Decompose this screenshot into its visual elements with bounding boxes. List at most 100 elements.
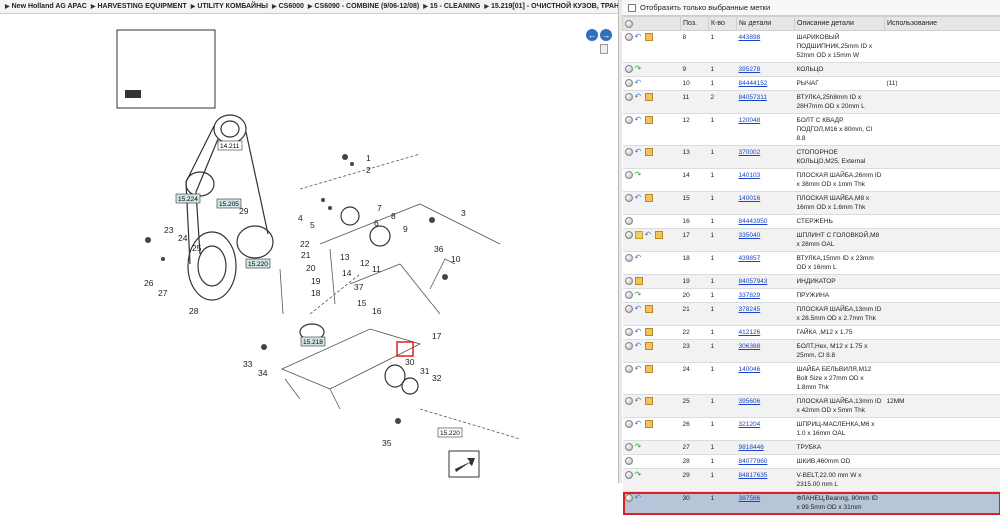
callout-30[interactable]: 30 [405,357,415,367]
part-number-link[interactable]: 120048 [739,117,761,124]
table-row[interactable]: ↶231306388БОЛТ,Hex, M12 x 1.75 x 25mm, C… [623,340,1000,363]
callout-36[interactable]: 36 [434,244,444,254]
package-icon[interactable] [645,116,653,124]
status-icon[interactable] [625,420,633,428]
part-number-link[interactable]: 84817635 [739,472,768,479]
part-number-link[interactable]: 378245 [739,306,761,313]
replace-arrow-icon[interactable]: ↷ [635,471,643,479]
part-number-link[interactable]: 387566 [739,495,761,502]
part-number-link[interactable]: 443898 [739,34,761,41]
part-number-link[interactable]: 306388 [739,343,761,350]
callout-13[interactable]: 13 [340,252,350,262]
part-number-link[interactable]: 395606 [739,398,761,405]
status-icon[interactable] [625,254,633,262]
package-icon[interactable] [645,365,653,373]
breadcrumb-item[interactable]: CS6000 [272,3,304,10]
callout-14[interactable]: 14 [342,268,352,278]
table-row[interactable]: ↶151140016ПЛОСКАЯ ШАЙБА,M8 x 16mm OD x 1… [623,192,1000,215]
callout-12[interactable]: 12 [360,258,370,268]
breadcrumb-item[interactable]: New Holland AG APAC [5,3,87,10]
part-number-link[interactable]: 84057943 [739,278,768,285]
callout-32[interactable]: 32 [432,373,442,383]
header-icons[interactable] [623,17,681,31]
callout-31[interactable]: 31 [420,366,430,376]
table-row[interactable]: 16184443950СТЕРЖЕНЬ [623,215,1000,229]
package-icon[interactable] [645,33,653,41]
status-icon[interactable] [625,494,633,502]
callout-21[interactable]: 21 [301,250,311,260]
info-icon[interactable]: ↶ [635,79,643,87]
part-number-link[interactable]: 140016 [739,195,761,202]
info-icon[interactable]: ↶ [635,116,643,124]
package-icon[interactable] [645,420,653,428]
table-row[interactable]: ↶251395606ПЛОСКАЯ ШАЙБА,13mm ID x 42mm O… [623,395,1000,418]
parts-diagram[interactable]: 1234567891011121314151617181920212223242… [0,14,618,483]
scrollbar[interactable] [600,44,608,54]
replace-arrow-icon[interactable]: ↷ [635,443,643,451]
package-icon[interactable] [645,93,653,101]
callout-10[interactable]: 10 [451,254,461,264]
table-row[interactable]: ↶121120048БОЛТ С КВАДР. ПОДГОЛ,M16 x 80m… [623,114,1000,146]
status-icon[interactable] [625,65,633,73]
status-icon[interactable] [625,365,633,373]
folder-icon[interactable] [635,231,643,239]
table-row[interactable]: ↶11284057311ВТУЛКА,25h8mm ID x 28H7mm OD… [623,91,1000,114]
info-icon[interactable]: ↶ [635,254,643,262]
table-row[interactable]: ↷29184817635V-BELT,22.00 mm W x 2315.00 … [623,469,1000,492]
status-icon[interactable] [625,217,633,225]
table-row[interactable]: ↷2719818446ТРУБКА [623,441,1000,455]
info-icon[interactable]: ↶ [635,305,643,313]
package-icon[interactable] [645,342,653,350]
table-row[interactable]: ↷141140103ПЛОСКАЯ ШАЙБА,26mm ID x 38mm O… [623,169,1000,192]
status-icon[interactable] [625,397,633,405]
info-icon[interactable]: ↶ [645,231,653,239]
table-row[interactable]: ↷91395278КОЛЬЦО [623,63,1000,77]
info-icon[interactable]: ↶ [635,420,643,428]
callout-35[interactable]: 35 [382,438,392,448]
callout-27[interactable]: 27 [158,288,168,298]
status-icon[interactable] [625,33,633,41]
callout-18[interactable]: 18 [311,288,321,298]
table-row[interactable]: ↶211378245ПЛОСКАЯ ШАЙБА,13mm ID x 28.5mm… [623,303,1000,326]
status-icon[interactable] [625,457,633,465]
table-row[interactable]: ↶81443898ШАРИКОВЫЙ ПОДШИПНИК,25mm ID x 5… [623,31,1000,63]
callout-25[interactable]: 25 [192,243,202,253]
callout-2[interactable]: 2 [366,165,371,175]
callout-1[interactable]: 1 [366,153,371,163]
callout-28[interactable]: 28 [189,306,199,316]
status-icon[interactable] [625,342,633,350]
status-icon[interactable] [625,328,633,336]
part-number-link[interactable]: 9818446 [739,444,764,451]
reference-label[interactable]: 14.211 [218,141,242,150]
callout-5[interactable]: 5 [310,220,315,230]
package-icon[interactable] [645,148,653,156]
part-number-link[interactable]: 439857 [739,255,761,262]
breadcrumb-item[interactable]: CS6090 - COMBINE (9/06-12/08) [308,3,419,10]
table-row[interactable]: ↶10184444152РЫЧАГ(11) [623,77,1000,91]
col-pos[interactable]: Поз. [681,17,709,31]
callout-11[interactable]: 11 [372,264,381,274]
callout-33[interactable]: 33 [243,359,253,369]
part-number-link[interactable]: 335040 [739,232,761,239]
replace-arrow-icon[interactable]: ↷ [635,291,643,299]
prev-page-button[interactable]: ← [586,29,598,41]
col-partno[interactable]: № детали [737,17,795,31]
settings-icon[interactable] [625,20,633,28]
status-icon[interactable] [625,231,633,239]
info-icon[interactable]: ↶ [635,194,643,202]
reference-label[interactable]: 15.220 [246,259,270,268]
table-row[interactable]: ↶241140046ШАЙБА БЕЛЬВИЛЯ,M12 Bolt Size x… [623,363,1000,395]
status-icon[interactable] [625,277,633,285]
callout-17[interactable]: 17 [432,331,442,341]
package-icon[interactable] [635,277,643,285]
part-number-link[interactable]: 337829 [739,292,761,299]
table-row[interactable]: ↶171335040ШПЛИНТ С ГОЛОВКОЙ,M8 x 28mm OA… [623,229,1000,252]
reference-label[interactable]: 15.220 [438,428,462,437]
status-icon[interactable] [625,79,633,87]
table-row[interactable]: ↷201337829ПРУЖИНА [623,289,1000,303]
breadcrumb-item[interactable]: 15 - CLEANING [423,3,480,10]
part-number-link[interactable]: 395278 [739,66,761,73]
replace-arrow-icon[interactable]: ↷ [635,65,643,73]
status-icon[interactable] [625,171,633,179]
callout-9[interactable]: 9 [403,224,408,234]
